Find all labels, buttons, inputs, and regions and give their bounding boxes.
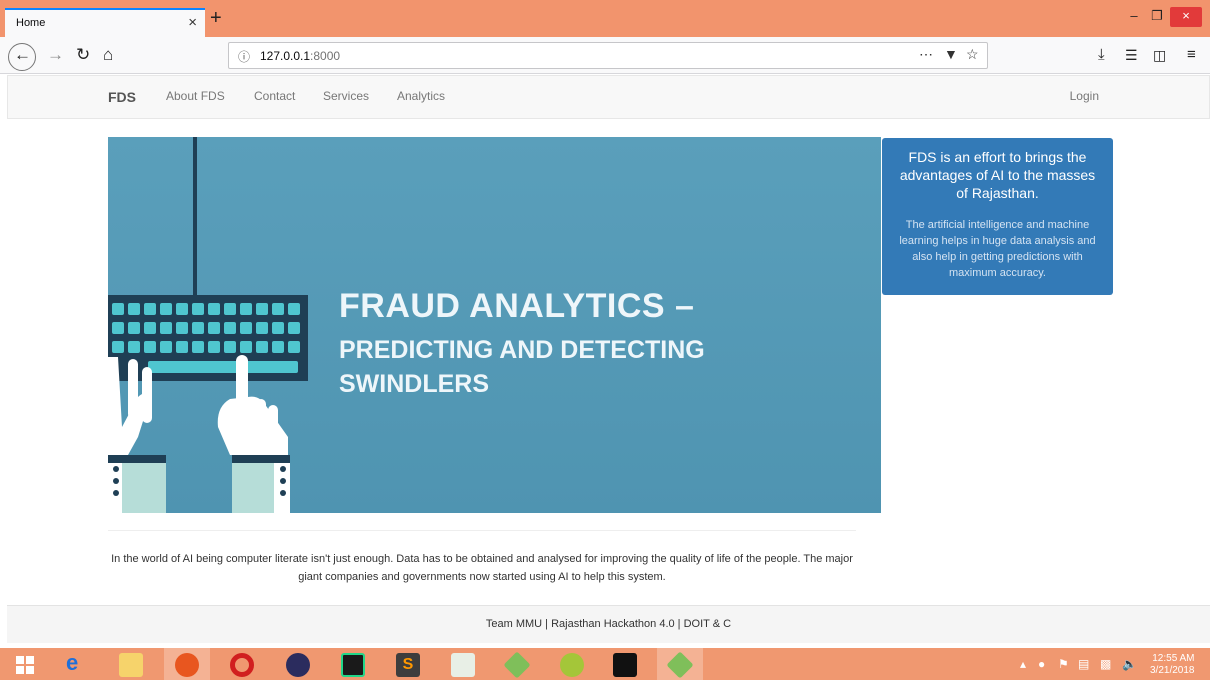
command-prompt-icon[interactable]: [613, 653, 637, 677]
firefox-icon[interactable]: [175, 653, 199, 677]
download-icon[interactable]: ⤓: [1098, 43, 1105, 67]
browser-tab-bar: Home × + – ❐ ×: [0, 0, 1210, 37]
sidebar-icon[interactable]: ◫: [1153, 43, 1166, 67]
tray-flag-icon[interactable]: ⚑: [1058, 657, 1069, 671]
hero-subtitle: PREDICTING AND DETECTING SWINDLERS: [339, 336, 705, 398]
home-icon[interactable]: ⌂: [103, 43, 113, 67]
pycharm-icon[interactable]: [341, 653, 365, 677]
nav-contact[interactable]: Contact: [254, 89, 295, 103]
eclipse-icon[interactable]: [286, 653, 310, 677]
address-bar[interactable]: ⓘ 127.0.0.1:8000 ⋯ ▼ ☆: [228, 42, 988, 69]
info-card-body: The artificial intelligence and machine …: [899, 219, 1096, 279]
back-arrow-icon: ←: [14, 45, 31, 64]
internet-explorer-icon[interactable]: e: [66, 650, 90, 675]
bookmark-star-icon[interactable]: ☆: [966, 46, 979, 63]
site-footer: Team MMU | Rajasthan Hackathon 4.0 | DOI…: [7, 605, 1210, 643]
notepad-plus-plus-icon[interactable]: [451, 653, 475, 677]
app-diamond-icon[interactable]: [503, 651, 531, 679]
clock-time: 12:55 AM: [1152, 653, 1195, 664]
tray-battery-icon[interactable]: ▩: [1100, 657, 1111, 671]
menu-hamburger-icon[interactable]: ≡: [1187, 43, 1196, 67]
page-actions-icon[interactable]: ⋯: [919, 46, 933, 63]
android-studio-icon[interactable]: [560, 653, 584, 677]
pocket-icon[interactable]: ▼: [944, 46, 958, 62]
sublime-text-icon[interactable]: S: [396, 653, 420, 677]
footer-text: Team MMU | Rajasthan Hackathon 4.0 | DOI…: [485, 618, 732, 630]
taskbar-clock[interactable]: 12:55 AM 3/21/2018: [1150, 653, 1195, 677]
tab-close-icon[interactable]: ×: [188, 14, 197, 31]
info-card: FDS is an effort to brings the advantage…: [882, 138, 1113, 295]
window-maximize-button[interactable]: ❐: [1150, 7, 1164, 27]
nav-about-fds[interactable]: About FDS: [166, 89, 225, 103]
tab-title: Home: [16, 17, 46, 29]
tray-expand-icon[interactable]: ▴: [1020, 657, 1026, 671]
windows-start-icon[interactable]: [16, 656, 34, 674]
reload-icon[interactable]: ↻: [76, 43, 90, 67]
nav-login[interactable]: Login: [1070, 89, 1099, 103]
library-icon[interactable]: ☰: [1125, 43, 1138, 67]
window-minimize-button[interactable]: –: [1127, 7, 1141, 27]
tray-volume-icon[interactable]: 🔈: [1122, 657, 1137, 671]
info-card-heading: FDS is an effort to brings the advantage…: [899, 149, 1096, 201]
file-explorer-icon[interactable]: [119, 653, 143, 677]
site-brand[interactable]: FDS: [108, 89, 136, 105]
tray-app-icon[interactable]: ●: [1038, 657, 1045, 671]
nav-services[interactable]: Services: [323, 89, 369, 103]
intro-paragraph: In the world of AI being computer litera…: [111, 553, 853, 583]
opera-icon[interactable]: [230, 653, 254, 677]
hero-banner: FRAUD ANALYTICS – PREDICTING AND DETECTI…: [108, 137, 881, 513]
tray-network-icon[interactable]: ▤: [1078, 657, 1089, 671]
clock-date: 3/21/2018: [1150, 665, 1195, 676]
new-tab-button[interactable]: +: [210, 8, 222, 28]
browser-tab-home[interactable]: Home ×: [5, 8, 205, 37]
site-navbar: FDS About FDS Contact Services Analytics…: [7, 75, 1210, 119]
nav-analytics[interactable]: Analytics: [397, 89, 445, 103]
forward-arrow-icon[interactable]: →: [47, 43, 64, 67]
window-close-button[interactable]: ×: [1170, 7, 1202, 27]
site-info-icon[interactable]: ⓘ: [238, 48, 250, 65]
url-text: 127.0.0.1:8000: [260, 49, 341, 63]
hero-title: FRAUD ANALYTICS –: [339, 287, 695, 325]
content-divider: [108, 530, 856, 531]
windows-taskbar: e S ▴ ● ⚑ ▤ ▩ 🔈 12:55 AM 3/21/2018: [0, 648, 1210, 680]
